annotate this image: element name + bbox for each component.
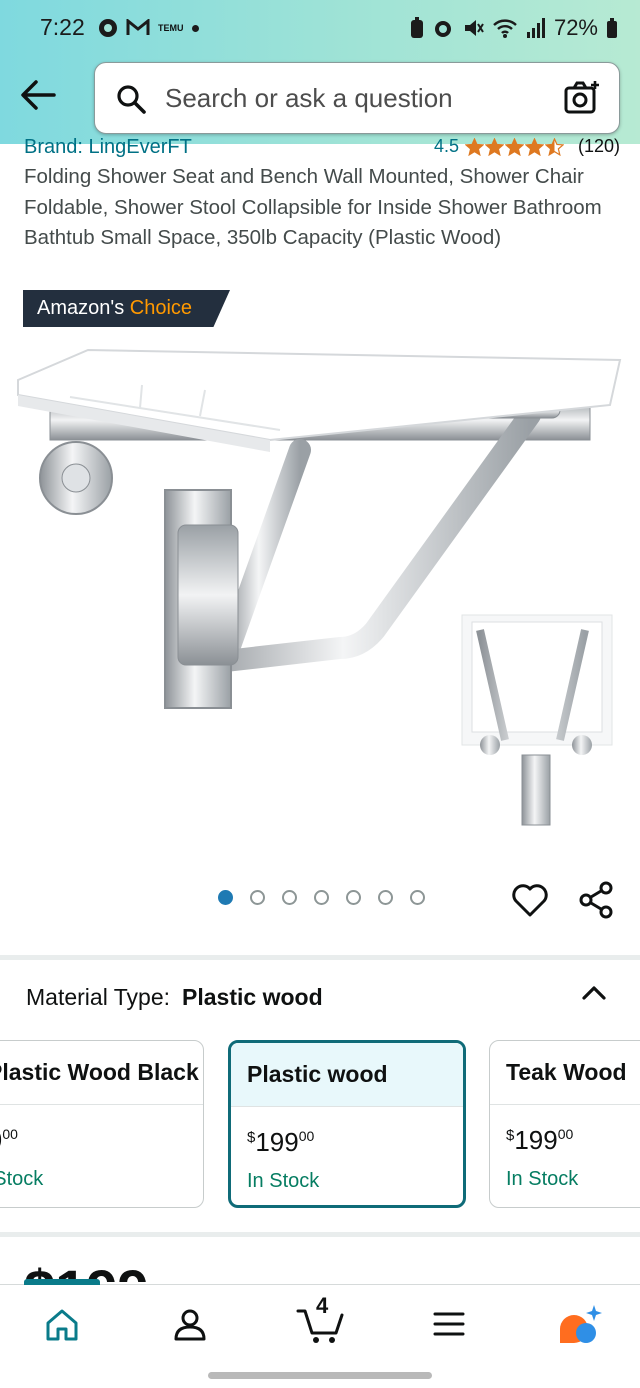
star-icon <box>524 138 544 156</box>
star-icon <box>504 138 524 156</box>
chrome-icon <box>99 19 117 37</box>
variation-option-plastic-wood[interactable]: Plastic wood $19900 In Stock <box>228 1040 466 1208</box>
cart-count: 4 <box>316 1293 329 1318</box>
price-cents: 00 <box>298 1128 315 1144</box>
section-divider <box>0 1232 640 1237</box>
star-icon <box>544 138 564 156</box>
variation-option-plastic-wood-black[interactable]: Plastic Wood Black 19900 In Stock <box>0 1040 204 1208</box>
option-price: $19900 <box>490 1105 640 1156</box>
amazons-choice-badge: Amazon's Choice <box>23 290 230 327</box>
search-icon <box>117 85 146 114</box>
option-price: $19900 <box>231 1107 463 1158</box>
chevron-up-icon[interactable] <box>580 982 608 1002</box>
price-dollars: 199 <box>255 1127 299 1157</box>
option-name: Teak Wood <box>490 1041 640 1105</box>
material-type: Material Type: Plastic wood <box>26 984 323 1011</box>
cart-button[interactable]: 4 <box>296 1293 346 1345</box>
carousel-dot[interactable] <box>346 890 361 905</box>
price-cents: 00 <box>557 1126 574 1142</box>
stock-status: In Stock <box>506 1168 579 1190</box>
carousel-dot[interactable] <box>282 890 297 905</box>
carousel-dot[interactable] <box>314 890 329 905</box>
star-rating <box>464 138 564 156</box>
carousel-dot[interactable] <box>218 890 233 905</box>
variation-option-teak-wood[interactable]: Teak Wood $19900 In Stock <box>489 1040 640 1208</box>
clock: 7:22 <box>40 14 85 40</box>
signal-icon <box>526 18 545 38</box>
carousel-dot[interactable] <box>410 890 425 905</box>
more-notifications-icon <box>192 24 199 32</box>
gmail-icon <box>126 19 150 35</box>
stock-status: In Stock <box>0 1168 44 1190</box>
account-icon[interactable] <box>172 1307 208 1343</box>
price-cents: 00 <box>2 1126 18 1142</box>
brand-link[interactable]: Brand: LingEverFT <box>24 138 192 159</box>
camera-search-icon[interactable] <box>563 79 601 117</box>
option-price: 19900 <box>0 1105 203 1156</box>
battery-level: 72% <box>553 15 598 40</box>
system-icons: 72% <box>410 15 618 41</box>
search-bar[interactable]: Search or ask a question <box>94 62 620 134</box>
carousel-dot[interactable] <box>250 890 265 905</box>
menu-icon[interactable] <box>432 1307 466 1341</box>
rating-value: 4.5 <box>433 138 459 156</box>
carousel-dot[interactable] <box>378 890 393 905</box>
option-name: Plastic wood <box>231 1043 463 1107</box>
alarm-icon <box>434 21 451 37</box>
rating-summary[interactable]: 4.5 (120) <box>434 138 620 157</box>
badge-prefix: Amazon's <box>37 297 125 319</box>
share-icon[interactable] <box>578 880 616 920</box>
heart-icon[interactable] <box>510 880 550 920</box>
inset-folded-view <box>461 614 613 826</box>
review-count: (120) <box>577 138 620 156</box>
home-icon[interactable] <box>44 1307 80 1343</box>
material-selected: Plastic wood <box>182 984 323 1010</box>
material-label: Material Type: <box>26 984 171 1010</box>
search-input[interactable]: Search or ask a question <box>165 83 453 114</box>
notification-icons: TEMU <box>98 18 199 38</box>
active-tab-indicator <box>24 1279 100 1285</box>
price-dollars: 199 <box>514 1125 558 1155</box>
product-image[interactable] <box>10 330 630 850</box>
status-bar: 7:22 TEMU 72% <box>0 0 640 58</box>
stock-status: In Stock <box>247 1170 320 1192</box>
wifi-icon <box>493 19 517 38</box>
brand-row: Brand: LingEverFT 4.5 (120) <box>24 138 620 162</box>
battery-icon <box>607 18 617 38</box>
back-arrow-icon[interactable] <box>18 78 58 112</box>
star-icon <box>464 138 484 156</box>
star-icon <box>484 138 504 156</box>
header: 7:22 TEMU 72% Search or ask a question <box>0 0 640 144</box>
option-name: Plastic Wood Black <box>0 1041 203 1105</box>
gesture-bar <box>208 1372 432 1379</box>
badge-highlight: Choice <box>129 297 193 319</box>
section-divider <box>0 955 640 960</box>
rufus-assistant-icon[interactable] <box>554 1303 602 1347</box>
image-carousel-dots[interactable] <box>218 890 425 905</box>
mute-icon <box>464 20 484 36</box>
product-title: Folding Shower Seat and Bench Wall Mount… <box>24 165 602 249</box>
battery-saver-icon <box>410 17 423 38</box>
temu-icon: TEMU <box>158 22 184 33</box>
